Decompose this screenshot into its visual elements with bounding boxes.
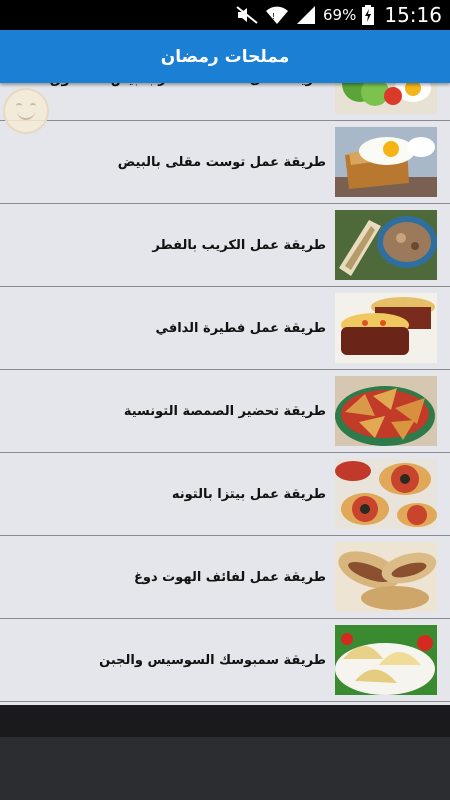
recipe-item[interactable]: طريقة عمل بيتزا بالتونه xyxy=(0,453,450,536)
recipe-label: طريقة تحضير الصمصة التونسية xyxy=(123,403,326,419)
app-bar: مملحات رمضان xyxy=(0,30,450,83)
recipe-thumbnail-pie xyxy=(335,293,437,363)
signal-icon xyxy=(295,5,317,25)
recipe-list-inner: طريقة عمل سلطة الخضار بالبيض المسلوق طري… xyxy=(0,83,450,702)
app-title: مملحات رمضان xyxy=(160,46,290,67)
recipe-item[interactable]: طريقة عمل توست مقلى بالبيض xyxy=(0,121,450,204)
battery-percent: 69% xyxy=(323,6,357,24)
recipe-label: طريقة عمل الكريب بالفطر xyxy=(152,237,326,253)
recipe-item[interactable]: طريقة عمل فطيرة الدافي xyxy=(0,287,450,370)
recipe-label: طريقة عمل توست مقلى بالبيض xyxy=(117,154,326,170)
recipe-label: طريقة عمل لفائف الهوت دوغ xyxy=(133,569,326,585)
recipe-label: طريقة عمل بيتزا بالتونه xyxy=(171,486,326,502)
system-navigation-bar xyxy=(0,737,450,800)
recipe-thumbnail-salad xyxy=(335,83,437,114)
recipe-item[interactable]: طريقة عمل الكريب بالفطر xyxy=(0,204,450,287)
mute-icon xyxy=(235,5,259,25)
recipe-item[interactable]: طريقة سمبوسك السوسيس والجبن xyxy=(0,619,450,702)
smiley-icon xyxy=(16,103,22,108)
recipe-thumbnail-crepe xyxy=(335,210,437,280)
recipe-label: طريقة سمبوسك السوسيس والجبن xyxy=(99,652,326,668)
battery-charging-icon xyxy=(362,5,375,25)
recipe-thumbnail-samsa xyxy=(335,376,437,446)
wifi-icon: ! xyxy=(265,5,289,25)
recipe-thumbnail-rolls xyxy=(335,542,437,612)
recipe-label: طريقة عمل فطيرة الدافي xyxy=(155,320,326,336)
recipe-item[interactable]: طريقة عمل لفائف الهوت دوغ xyxy=(0,536,450,619)
recipe-thumbnail-sambousek xyxy=(335,625,437,695)
recipe-thumbnail-toast xyxy=(335,127,437,197)
recipe-item[interactable]: طريقة عمل سلطة الخضار بالبيض المسلوق xyxy=(0,83,450,121)
recipe-item[interactable]: طريقة تحضير الصمصة التونسية xyxy=(0,370,450,453)
recipe-list[interactable]: طريقة عمل سلطة الخضار بالبيض المسلوق طري… xyxy=(0,83,450,705)
recipe-thumbnail-pizza xyxy=(335,459,437,529)
bottom-ad-strip xyxy=(0,705,450,737)
floating-smiley-button[interactable] xyxy=(3,88,49,134)
clock: 15:16 xyxy=(384,3,442,27)
status-bar: ! 69% 15:16 xyxy=(0,0,450,30)
recipe-label: طريقة عمل سلطة الخضار بالبيض المسلوق xyxy=(50,83,326,120)
status-icons: ! 69% 15:16 xyxy=(235,3,442,27)
svg-text:!: ! xyxy=(272,12,275,21)
